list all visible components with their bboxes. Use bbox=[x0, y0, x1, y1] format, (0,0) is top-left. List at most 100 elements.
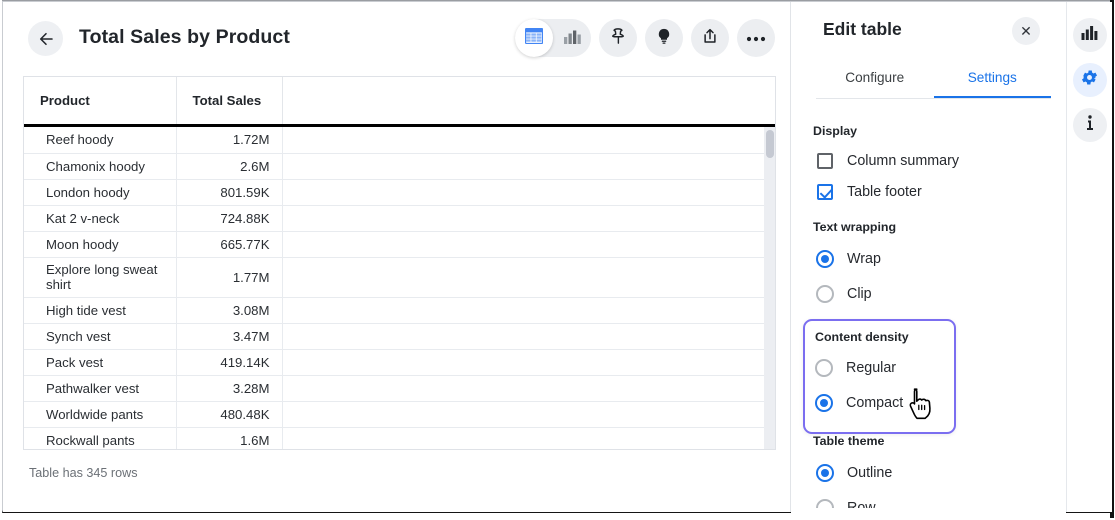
close-icon[interactable]: ✕ bbox=[1012, 17, 1040, 45]
share-upload-icon bbox=[701, 27, 719, 50]
tab-configure[interactable]: Configure bbox=[816, 62, 934, 98]
data-table-header: Product Total Sales bbox=[24, 77, 775, 124]
panel-tabs: Configure Settings bbox=[816, 62, 1051, 99]
more-horizontal-icon bbox=[746, 29, 766, 47]
cell-product: Reef hoody bbox=[24, 127, 177, 153]
insights-button[interactable] bbox=[645, 19, 683, 57]
radio-outline-label: Outline bbox=[847, 464, 893, 481]
cell-total-sales: 1.72M bbox=[176, 127, 283, 153]
radio-selected-icon[interactable] bbox=[816, 249, 834, 268]
radio-regular[interactable]: Regular bbox=[815, 350, 944, 385]
radio-clip-label: Clip bbox=[847, 285, 872, 302]
radio-outline[interactable]: Outline bbox=[816, 455, 892, 490]
bar-chart-icon bbox=[1081, 25, 1098, 45]
radio-wrap[interactable]: Wrap bbox=[816, 241, 896, 276]
table-row[interactable]: High tide vest 3.08M bbox=[24, 297, 775, 323]
section-table-theme-label: Table theme bbox=[813, 434, 885, 448]
radio-regular-label: Regular bbox=[846, 359, 897, 376]
table-vertical-scrollbar[interactable] bbox=[764, 127, 775, 449]
cell-total-sales: 2.6M bbox=[176, 153, 283, 179]
cell-total-sales: 3.08M bbox=[176, 297, 283, 323]
scrollbar-thumb[interactable] bbox=[765, 130, 774, 158]
radio-unselected-icon[interactable] bbox=[816, 284, 834, 303]
view-mode-toggle[interactable] bbox=[515, 19, 591, 57]
cell-blank bbox=[282, 231, 775, 257]
cell-blank bbox=[282, 179, 775, 205]
checkbox-table-footer[interactable]: Table footer bbox=[817, 176, 959, 207]
column-header-product[interactable]: Product bbox=[24, 77, 177, 124]
cell-blank bbox=[282, 153, 775, 179]
cell-blank bbox=[282, 401, 775, 427]
table-row[interactable]: Worldwide pants 480.48K bbox=[24, 401, 775, 427]
radio-clip[interactable]: Clip bbox=[816, 276, 896, 311]
header-underline bbox=[24, 124, 775, 127]
cell-product: Rockwall pants bbox=[24, 427, 177, 449]
rail-settings-button[interactable] bbox=[1072, 63, 1107, 97]
cell-total-sales: 3.47M bbox=[176, 323, 283, 349]
radio-unselected-icon[interactable] bbox=[815, 358, 833, 377]
radio-wrap-label: Wrap bbox=[847, 250, 881, 267]
table-row[interactable]: Kat 2 v-neck 724.88K bbox=[24, 205, 775, 231]
column-header-blank bbox=[282, 77, 775, 124]
section-text-wrapping-label: Text wrapping bbox=[813, 220, 897, 234]
table-row[interactable]: Chamonix hoody 2.6M bbox=[24, 153, 775, 179]
table-row[interactable]: Moon hoody 665.77K bbox=[24, 231, 775, 257]
table-view-toggle[interactable] bbox=[515, 19, 553, 57]
cell-blank bbox=[282, 205, 775, 231]
cell-total-sales: 3.28M bbox=[176, 375, 283, 401]
cell-blank bbox=[282, 375, 775, 401]
table-row[interactable]: Explore long sweat shirt 1.77M bbox=[24, 257, 775, 297]
checkbox-column-summary[interactable]: Column summary bbox=[817, 145, 959, 176]
view-toolbar bbox=[515, 19, 775, 57]
checkbox-table-footer-label: Table footer bbox=[847, 183, 922, 200]
checkbox-unchecked-icon[interactable] bbox=[817, 152, 833, 169]
rail-info-button[interactable] bbox=[1072, 108, 1107, 142]
pin-button[interactable] bbox=[599, 19, 637, 57]
cell-blank bbox=[282, 297, 775, 323]
radio-compact-label: Compact bbox=[846, 394, 904, 411]
cell-total-sales: 1.6M bbox=[176, 427, 283, 449]
share-button[interactable] bbox=[691, 19, 729, 57]
radio-selected-icon[interactable] bbox=[816, 463, 834, 482]
cell-product: Pack vest bbox=[24, 349, 177, 375]
radio-compact[interactable]: Compact bbox=[815, 385, 944, 420]
pin-icon bbox=[609, 27, 627, 50]
table-body-scroll[interactable]: Reef hoody 1.72M Chamonix hoody 2.6M London … bbox=[24, 127, 775, 449]
settings-content: Display Column summary Table footer Text… bbox=[791, 112, 1066, 512]
cell-product: Kat 2 v-neck bbox=[24, 205, 177, 231]
edit-table-panel: Edit table ✕ Configure Settings Display … bbox=[791, 2, 1066, 512]
panel-title: Edit table bbox=[823, 19, 902, 39]
section-content-density-label: Content density bbox=[815, 330, 909, 344]
table-row[interactable]: Pathwalker vest 3.28M bbox=[24, 375, 775, 401]
rail-chart-button[interactable] bbox=[1072, 18, 1107, 52]
radio-selected-icon[interactable] bbox=[815, 393, 833, 412]
checkbox-checked-icon[interactable] bbox=[817, 183, 833, 200]
panel-bottom-mask bbox=[791, 508, 1066, 514]
chart-view-toggle[interactable] bbox=[553, 19, 591, 57]
arrow-left-icon bbox=[37, 30, 55, 48]
table-row[interactable]: Reef hoody 1.72M bbox=[24, 127, 775, 153]
cell-total-sales: 1.77M bbox=[176, 257, 283, 297]
table-row[interactable]: Synch vest 3.47M bbox=[24, 323, 775, 349]
right-icon-rail bbox=[1066, 2, 1112, 512]
lightbulb-icon bbox=[655, 27, 673, 50]
cell-blank bbox=[282, 427, 775, 449]
section-text-wrapping: Text wrapping Wrap Clip bbox=[813, 220, 896, 311]
back-button[interactable] bbox=[28, 21, 63, 56]
info-icon bbox=[1082, 114, 1098, 137]
main-header: Total Sales by Product bbox=[3, 2, 790, 74]
table-row[interactable]: London hoody 801.59K bbox=[24, 179, 775, 205]
app-root: Total Sales by Product Product Total Sal… bbox=[0, 0, 1115, 520]
cell-total-sales: 801.59K bbox=[176, 179, 283, 205]
tab-settings[interactable]: Settings bbox=[933, 62, 1051, 98]
column-header-total-sales[interactable]: Total Sales bbox=[176, 77, 283, 124]
table-row[interactable]: Pack vest 419.14K bbox=[24, 349, 775, 375]
cell-product: Moon hoody bbox=[24, 231, 177, 257]
main-content-area: Total Sales by Product Product Total Sal… bbox=[3, 2, 790, 512]
table-row[interactable]: Rockwall pants 1.6M bbox=[24, 427, 775, 449]
section-table-theme: Table theme Outline Row bbox=[813, 434, 892, 512]
cell-total-sales: 480.48K bbox=[176, 401, 283, 427]
table-view-icon bbox=[524, 27, 544, 49]
more-options-button[interactable] bbox=[737, 19, 775, 57]
cell-product: High tide vest bbox=[24, 297, 177, 323]
